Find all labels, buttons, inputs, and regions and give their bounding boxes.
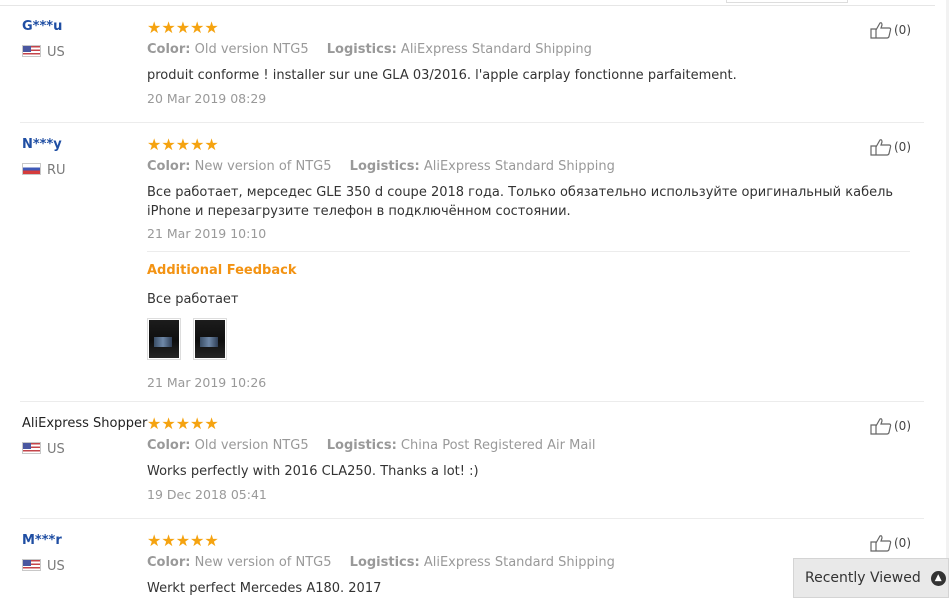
reviewer-name[interactable]: G***u — [22, 19, 62, 34]
additional-feedback-text: Все работает — [147, 292, 239, 307]
ru-flag-icon — [22, 163, 41, 175]
top-control-edge — [726, 0, 848, 3]
us-flag-icon — [22, 45, 41, 57]
additional-feedback-title: Additional Feedback — [147, 263, 297, 278]
thumbs-up-icon — [870, 22, 892, 39]
reviewer-name[interactable]: N***y — [22, 137, 62, 152]
reviewer-country: US — [22, 45, 65, 60]
review-photo-icon[interactable] — [147, 318, 181, 360]
additional-feedback-divider — [147, 251, 910, 252]
review-date: 20 Mar 2019 08:29 — [147, 91, 267, 106]
helpful-button[interactable]: (0) — [870, 138, 911, 156]
review-attributes: Color: Old version NTG5 Logistics: China… — [147, 438, 596, 453]
review-date: 19 Dec 2018 05:41 — [147, 487, 267, 502]
reviewer-name[interactable]: M***r — [22, 533, 62, 548]
reviewer-country: US — [22, 442, 65, 457]
rating-stars: ★★★★★ — [147, 18, 219, 37]
top-divider — [0, 5, 935, 6]
review-attributes: Color: New version of NTG5 Logistics: Al… — [147, 159, 615, 174]
reviewer-country: RU — [22, 163, 66, 178]
additional-feedback-date: 21 Mar 2019 10:26 — [147, 375, 267, 390]
review-attributes: Color: New version of NTG5 Logistics: Al… — [147, 555, 615, 570]
us-flag-icon — [22, 442, 41, 454]
thumbs-up-icon — [870, 535, 892, 552]
review-attributes: Color: Old version NTG5 Logistics: AliEx… — [147, 42, 592, 57]
helpful-button[interactable]: (0) — [870, 21, 911, 39]
review-date: 21 Mar 2019 10:10 — [147, 226, 267, 241]
review-divider — [20, 518, 924, 519]
thumbs-up-icon — [870, 418, 892, 435]
review-photo-icon[interactable] — [193, 318, 227, 360]
reviewer-country: US — [22, 559, 65, 574]
recently-viewed-button[interactable]: Recently Viewed ▲ — [793, 558, 949, 598]
review-text: produit conforme ! installer sur une GLA… — [147, 68, 737, 83]
reviewer-name[interactable]: AliExpress Shopper — [22, 416, 147, 431]
review-divider — [20, 122, 924, 123]
us-flag-icon — [22, 559, 41, 571]
chevron-up-icon: ▲ — [930, 570, 946, 586]
rating-stars: ★★★★★ — [147, 414, 219, 433]
rating-stars: ★★★★★ — [147, 135, 219, 154]
review-divider — [20, 401, 924, 402]
rating-stars: ★★★★★ — [147, 531, 219, 550]
review-text: Works perfectly with 2016 CLA250. Thanks… — [147, 464, 479, 479]
review-photos — [147, 318, 227, 360]
thumbs-up-icon — [870, 139, 892, 156]
recently-viewed-label: Recently Viewed — [805, 570, 921, 586]
helpful-button[interactable]: (0) — [870, 417, 911, 435]
review-text: Все работает, мерседес GLE 350 d coupe 2… — [147, 185, 894, 219]
helpful-button[interactable]: (0) — [870, 534, 911, 552]
